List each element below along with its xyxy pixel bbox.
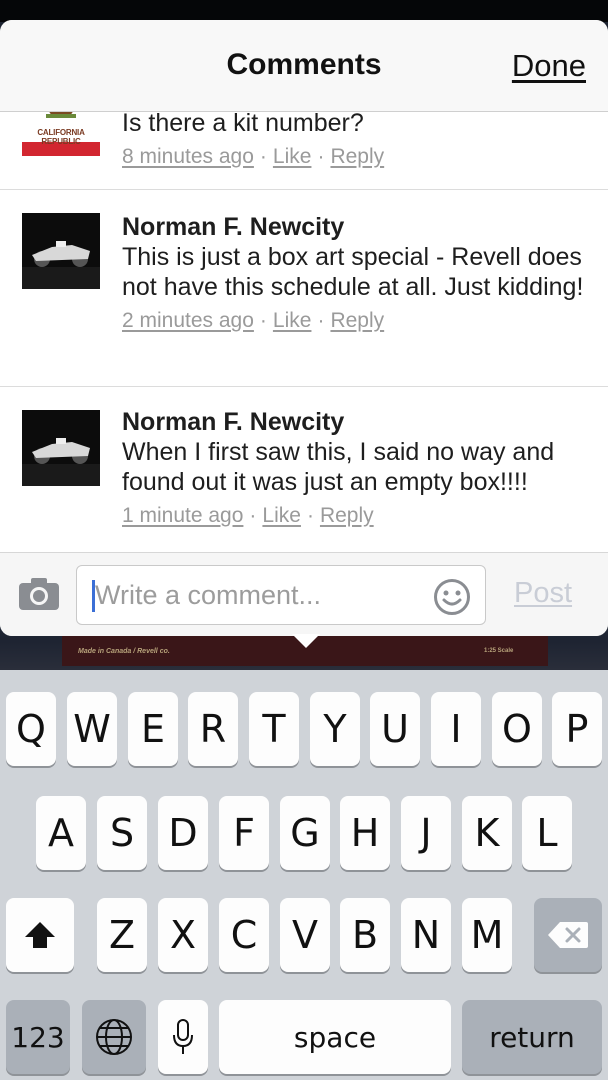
space-key[interactable]: space: [219, 1000, 451, 1074]
key-s[interactable]: S: [97, 796, 147, 870]
comment-item: Norman F. Newcity When I first saw this,…: [0, 387, 608, 552]
keyboard: Q W E R T Y U I O P A S D F G H J K L Z …: [0, 670, 608, 1080]
box-art-right-text: 1:25 Scale: [484, 648, 514, 654]
avatar[interactable]: [22, 213, 100, 289]
key-z[interactable]: Z: [97, 898, 147, 972]
key-y[interactable]: Y: [310, 692, 360, 766]
comment-meta: 2 minutes ago · Like · Reply: [122, 306, 594, 336]
meta-separator: ·: [317, 145, 325, 168]
key-j[interactable]: J: [401, 796, 451, 870]
key-n[interactable]: N: [401, 898, 451, 972]
key-i[interactable]: I: [431, 692, 481, 766]
like-link[interactable]: Like: [262, 504, 301, 527]
comments-list[interactable]: CALIFORNIA REPUBLIC Is there a kit numbe…: [0, 112, 608, 552]
key-o[interactable]: O: [492, 692, 542, 766]
key-l[interactable]: L: [522, 796, 572, 870]
like-link[interactable]: Like: [273, 145, 312, 168]
comment-meta: 1 minute ago · Like · Reply: [122, 501, 594, 531]
meta-separator: ·: [306, 504, 314, 527]
shift-icon: [25, 922, 55, 948]
numbers-key-label: 123: [11, 1020, 65, 1054]
avatar[interactable]: [22, 410, 100, 486]
comment-item: Norman F. Newcity This is just a box art…: [0, 190, 608, 387]
comment-body: Norman F. Newcity When I first saw this,…: [122, 407, 594, 531]
globe-key[interactable]: [82, 1000, 146, 1074]
avatar[interactable]: CALIFORNIA REPUBLIC: [22, 112, 100, 156]
comment-item: CALIFORNIA REPUBLIC Is there a kit numbe…: [0, 112, 608, 190]
smiley-icon[interactable]: [433, 578, 471, 616]
key-k[interactable]: K: [462, 796, 512, 870]
microphone-icon: [173, 1019, 193, 1054]
space-key-label: space: [293, 1020, 377, 1054]
return-key[interactable]: return: [462, 1000, 602, 1074]
shift-key[interactable]: [6, 898, 74, 972]
key-w[interactable]: W: [67, 692, 117, 766]
key-t[interactable]: T: [249, 692, 299, 766]
header: Comments Done: [0, 20, 608, 112]
like-link[interactable]: Like: [273, 309, 312, 332]
reply-link[interactable]: Reply: [320, 504, 374, 527]
comments-sheet: Comments Done CALIFORNIA REPUBLIC Is the…: [0, 20, 608, 636]
comment-time[interactable]: 8 minutes ago: [122, 145, 254, 168]
comment-placeholder: Write a comment...: [95, 580, 322, 610]
race-car-photo-icon: [22, 213, 100, 289]
comment-text: Is there a kit number?: [122, 112, 364, 137]
meta-separator: ·: [317, 309, 325, 332]
camera-icon[interactable]: [18, 577, 60, 611]
comment-text: When I first saw this, I said no way and…: [122, 438, 555, 496]
comment-time[interactable]: 2 minutes ago: [122, 309, 254, 332]
key-h[interactable]: H: [340, 796, 390, 870]
comment-composer: Write a comment... Post: [0, 552, 608, 636]
key-a[interactable]: A: [36, 796, 86, 870]
sheet-pointer: [292, 634, 320, 648]
comment-input[interactable]: Write a comment...: [76, 565, 486, 625]
reply-link[interactable]: Reply: [330, 145, 384, 168]
meta-separator: ·: [249, 504, 257, 527]
flag-caption: CALIFORNIA REPUBLIC: [37, 128, 85, 146]
delete-icon: [548, 922, 588, 948]
comment-body: Norman F. Newcity This is just a box art…: [122, 212, 594, 336]
delete-key[interactable]: [534, 898, 602, 972]
done-button[interactable]: Done: [512, 48, 586, 84]
key-v[interactable]: V: [280, 898, 330, 972]
box-art-left-text: Made in Canada / Revell co.: [78, 648, 170, 655]
comment-body: Is there a kit number? 8 minutes ago · Lik…: [122, 112, 594, 172]
key-u[interactable]: U: [370, 692, 420, 766]
status-bar: [0, 0, 608, 22]
comment-author[interactable]: Norman F. Newcity: [122, 212, 594, 242]
meta-separator: ·: [259, 145, 267, 168]
key-d[interactable]: D: [158, 796, 208, 870]
globe-icon: [96, 1019, 132, 1055]
post-button[interactable]: Post: [514, 577, 572, 610]
key-f[interactable]: F: [219, 796, 269, 870]
key-r[interactable]: R: [188, 692, 238, 766]
key-p[interactable]: P: [552, 692, 602, 766]
comment-time[interactable]: 1 minute ago: [122, 504, 243, 527]
key-c[interactable]: C: [219, 898, 269, 972]
key-m[interactable]: M: [462, 898, 512, 972]
comment-text: This is just a box art special - Revell …: [122, 243, 584, 301]
comment-author[interactable]: Norman F. Newcity: [122, 407, 594, 437]
key-g[interactable]: G: [280, 796, 330, 870]
key-e[interactable]: E: [128, 692, 178, 766]
key-b[interactable]: B: [340, 898, 390, 972]
key-x[interactable]: X: [158, 898, 208, 972]
dictation-key[interactable]: [158, 1000, 208, 1074]
numbers-key[interactable]: 123: [6, 1000, 70, 1074]
meta-separator: ·: [259, 309, 267, 332]
comment-meta: 8 minutes ago · Like · Reply: [122, 142, 594, 172]
reply-link[interactable]: Reply: [330, 309, 384, 332]
return-key-label: return: [489, 1020, 575, 1054]
race-car-photo-icon: [22, 410, 100, 486]
key-q[interactable]: Q: [6, 692, 56, 766]
